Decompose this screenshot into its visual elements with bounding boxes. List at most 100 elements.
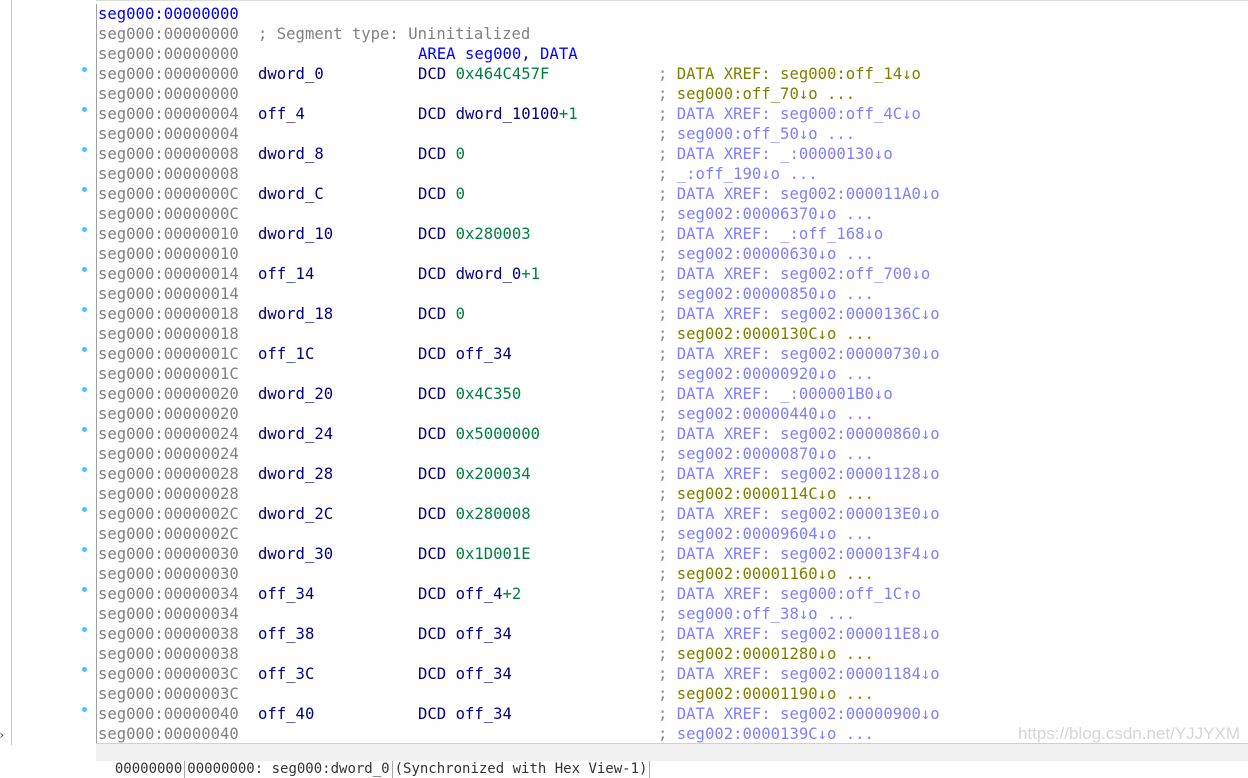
listing-line[interactable]: seg000:00000020 dword_20 DCD 0x4C350; DATA… xyxy=(82,384,1248,404)
xref-link[interactable]: seg002:0000130C↓o ... xyxy=(677,325,874,343)
listing-line[interactable]: seg000:00000028 dword_28 DCD 0x200034; DAT… xyxy=(82,464,1248,484)
listing-line[interactable]: seg000:00000020; seg002:00000440↓o ... xyxy=(98,404,1248,424)
listing-line[interactable]: seg000:00000024 dword_24 DCD 0x5000000; DA… xyxy=(82,424,1248,444)
xref-link[interactable]: seg002:00001160↓o ... xyxy=(677,565,874,583)
address[interactable]: seg000:00000038 xyxy=(98,644,239,664)
address[interactable]: seg000:0000001C xyxy=(98,344,239,364)
listing-line[interactable]: seg000:00000024; seg002:00000870↓o ... xyxy=(98,444,1248,464)
xref-link[interactable]: DATA XREF: seg002:00000730↓o xyxy=(677,345,940,363)
address[interactable]: seg000:00000010 xyxy=(98,244,239,264)
listing-line[interactable]: seg000:00000038 off_38 DCD off_34; DATA XR… xyxy=(82,624,1248,644)
label[interactable]: off_38 xyxy=(258,624,314,644)
xref-link[interactable]: seg002:00000920↓o ... xyxy=(677,365,874,383)
label[interactable]: dword_8 xyxy=(258,144,324,164)
address[interactable]: seg000:00000000 xyxy=(98,24,239,44)
address[interactable]: seg000:0000002C xyxy=(98,524,239,544)
listing-line[interactable]: seg000:00000018 dword_18 DCD 0; DATA XREF:… xyxy=(82,304,1248,324)
listing-line[interactable]: seg000:00000034 off_34 DCD off_4+2; DATA X… xyxy=(82,584,1248,604)
listing-line[interactable]: seg000:00000034; seg000:off_38↓o ... xyxy=(98,604,1248,624)
xref-link[interactable]: seg002:00000870↓o ... xyxy=(677,445,874,463)
disassembly-listing[interactable]: seg000:00000000 seg000:00000000 ; Segmen… xyxy=(82,4,1248,744)
address[interactable]: seg000:00000024 xyxy=(98,424,239,444)
listing-line[interactable]: seg000:0000002C; seg002:00009604↓o ... xyxy=(98,524,1248,544)
operand-name[interactable]: off_34 xyxy=(456,345,512,363)
address[interactable]: seg000:00000000 xyxy=(98,84,239,104)
listing-line[interactable]: seg000:00000004; seg000:off_50↓o ... xyxy=(98,124,1248,144)
address[interactable]: seg000:0000000C xyxy=(98,204,239,224)
address[interactable]: seg000:00000000 xyxy=(98,4,239,24)
address[interactable]: seg000:00000030 xyxy=(98,564,239,584)
listing-line[interactable]: seg000:00000000; seg000:off_70↓o ... xyxy=(98,84,1248,104)
listing-line[interactable]: seg000:00000000 AREA seg000, DATA xyxy=(98,44,1248,64)
xref-link[interactable]: DATA XREF: seg002:0000136C↓o xyxy=(677,305,940,323)
listing-line[interactable]: seg000:00000010 dword_10 DCD 0x280003; DAT… xyxy=(82,224,1248,244)
address[interactable]: seg000:00000024 xyxy=(98,444,239,464)
listing-line[interactable]: seg000:00000018; seg002:0000130C↓o ... xyxy=(98,324,1248,344)
address[interactable]: seg000:00000028 xyxy=(98,484,239,504)
xref-link[interactable]: seg002:00006370↓o ... xyxy=(677,205,874,223)
label[interactable]: off_1C xyxy=(258,344,314,364)
address[interactable]: seg000:00000014 xyxy=(98,284,239,304)
address[interactable]: seg000:00000040 xyxy=(98,704,239,724)
listing-line[interactable]: seg000:00000008; _:off_190↓o ... xyxy=(98,164,1248,184)
address[interactable]: seg000:0000001C xyxy=(98,364,239,384)
operand-name[interactable]: off_34 xyxy=(456,665,512,683)
xref-link[interactable]: DATA XREF: seg000:off_4C↓o xyxy=(677,105,921,123)
address[interactable]: seg000:00000034 xyxy=(98,604,239,624)
label[interactable]: dword_30 xyxy=(258,544,333,564)
xref-link[interactable]: seg002:00001280↓o ... xyxy=(677,645,874,663)
label[interactable]: off_40 xyxy=(258,704,314,724)
label[interactable]: dword_28 xyxy=(258,464,333,484)
listing-line[interactable]: seg000:00000038; seg002:00001280↓o ... xyxy=(98,644,1248,664)
label[interactable]: dword_10 xyxy=(258,224,333,244)
label[interactable]: off_4 xyxy=(258,104,305,124)
address[interactable]: seg000:00000014 xyxy=(98,264,239,284)
address[interactable]: seg000:00000008 xyxy=(98,144,239,164)
xref-link[interactable]: DATA XREF: seg002:off_700↓o xyxy=(677,265,930,283)
xref-link[interactable]: DATA XREF: seg000:off_14↓o xyxy=(677,65,921,83)
address[interactable]: seg000:00000018 xyxy=(98,324,239,344)
operand-name[interactable]: off_4 xyxy=(456,585,503,603)
label[interactable]: dword_20 xyxy=(258,384,333,404)
address[interactable]: seg000:00000004 xyxy=(98,104,239,124)
xref-link[interactable]: DATA XREF: seg000:off_1C↑o xyxy=(677,585,921,603)
address[interactable]: seg000:00000018 xyxy=(98,304,239,324)
xref-link[interactable]: DATA XREF: _:000001B0↓o xyxy=(677,385,893,403)
listing-line[interactable]: seg000:0000000C dword_C DCD 0; DATA XREF: … xyxy=(82,184,1248,204)
listing-line[interactable]: seg000:00000028; seg002:0000114C↓o ... xyxy=(98,484,1248,504)
xref-link[interactable]: seg000:off_38↓o ... xyxy=(677,605,855,623)
address[interactable]: seg000:00000004 xyxy=(98,124,239,144)
listing-line[interactable]: seg000:0000002C dword_2C DCD 0x280008; DAT… xyxy=(82,504,1248,524)
address[interactable]: seg000:0000003C xyxy=(98,664,239,684)
xref-link[interactable]: DATA XREF: seg002:00001184↓o xyxy=(677,665,940,683)
xref-link[interactable]: DATA XREF: seg002:000013E0↓o xyxy=(677,505,940,523)
listing-line[interactable]: seg000:00000000 xyxy=(98,4,1248,24)
address[interactable]: seg000:00000020 xyxy=(98,384,239,404)
listing-line[interactable]: seg000:00000010; seg002:00000630↓o ... xyxy=(98,244,1248,264)
xref-link[interactable]: DATA XREF: seg002:00001128↓o xyxy=(677,465,940,483)
xref-link[interactable]: DATA XREF: seg002:000011E8↓o xyxy=(677,625,940,643)
listing-line[interactable]: seg000:00000000 dword_0 DCD 0x464C457F; DA… xyxy=(82,64,1248,84)
label[interactable]: dword_18 xyxy=(258,304,333,324)
xref-link[interactable]: seg000:off_50↓o ... xyxy=(677,125,855,143)
xref-link[interactable]: DATA XREF: _:00000130↓o xyxy=(677,145,893,163)
address[interactable]: seg000:00000010 xyxy=(98,224,239,244)
label[interactable]: dword_24 xyxy=(258,424,333,444)
listing-line[interactable]: seg000:0000003C off_3C DCD off_34; DATA XR… xyxy=(82,664,1248,684)
xref-link[interactable]: _:off_190↓o ... xyxy=(677,165,818,183)
listing-line[interactable]: seg000:00000000 ; Segment type: Uninitia… xyxy=(98,24,1248,44)
listing-line[interactable]: seg000:00000030 dword_30 DCD 0x1D001E; DAT… xyxy=(82,544,1248,564)
xref-link[interactable]: seg000:off_70↓o ... xyxy=(677,85,855,103)
address[interactable]: seg000:00000000 xyxy=(98,44,239,64)
xref-link[interactable]: seg002:0000139C↓o ... xyxy=(677,725,874,743)
operand-name[interactable]: off_34 xyxy=(456,625,512,643)
address[interactable]: seg000:00000038 xyxy=(98,624,239,644)
label[interactable]: off_14 xyxy=(258,264,314,284)
listing-line[interactable]: seg000:0000000C; seg002:00006370↓o ... xyxy=(98,204,1248,224)
operand-name[interactable]: off_34 xyxy=(456,705,512,723)
address[interactable]: seg000:00000034 xyxy=(98,584,239,604)
xref-link[interactable]: seg002:0000114C↓o ... xyxy=(677,485,874,503)
address[interactable]: seg000:0000000C xyxy=(98,184,239,204)
address[interactable]: seg000:00000020 xyxy=(98,404,239,424)
label[interactable]: off_34 xyxy=(258,584,314,604)
